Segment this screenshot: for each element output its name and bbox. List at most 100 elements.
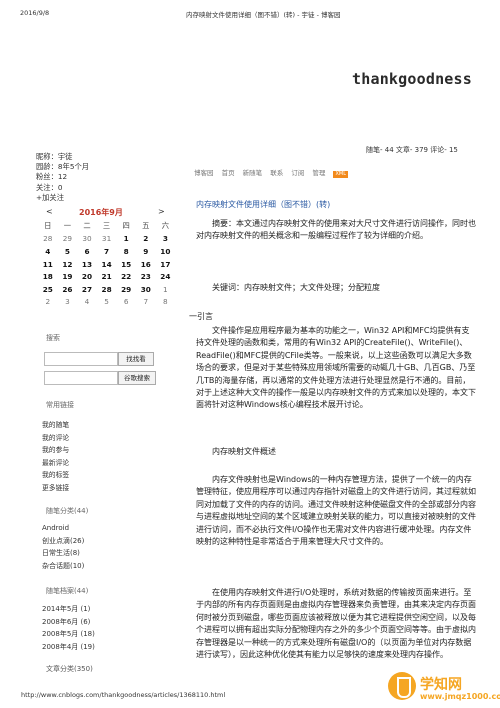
weekday: 五: [142, 221, 150, 231]
post-abstract: 摘要：本文通过内存映射文件的使用来对大尺寸文件进行访问操作，同时也对内存映射文件…: [196, 219, 476, 241]
calendar-day[interactable]: 1: [156, 283, 176, 296]
watermark-brand: 学知网: [420, 677, 462, 693]
calendar-day[interactable]: 18: [38, 270, 58, 283]
link-my-participation[interactable]: 我的参与: [42, 444, 69, 457]
calendar-day[interactable]: 27: [77, 283, 97, 296]
google-search-input[interactable]: [44, 371, 118, 385]
calendar-prev-button[interactable]: <: [46, 207, 53, 216]
calendar-day[interactable]: 30: [136, 283, 156, 296]
print-title: 内存映射文件使用详细（图不错）(转) - 宇徒 - 博客园: [186, 11, 341, 19]
search-input[interactable]: [44, 352, 118, 366]
archive-item[interactable]: 2014年5月 (1): [42, 603, 95, 616]
calendar-day[interactable]: 1: [116, 233, 136, 246]
calendar-day[interactable]: 8: [156, 296, 176, 309]
profile-follow[interactable]: 关注：0: [36, 183, 89, 193]
calendar-day[interactable]: 2: [38, 296, 58, 309]
calendar-day[interactable]: 24: [156, 270, 176, 283]
calendar-day[interactable]: 17: [156, 258, 176, 271]
search-button[interactable]: 找找看: [118, 352, 154, 366]
calendar-day[interactable]: 21: [97, 270, 117, 283]
calendar-day[interactable]: 5: [58, 245, 78, 258]
nav-cnblogs[interactable]: 博客园: [194, 169, 214, 177]
post-keywords: 关键词：内存映射文件；大文件处理；分配粒度: [212, 283, 380, 292]
weekday: 二: [83, 221, 91, 231]
calendar-day[interactable]: 8: [116, 245, 136, 258]
nav-subscribe[interactable]: 订阅: [291, 169, 304, 177]
search-title: 搜索: [46, 334, 60, 342]
calendar-day[interactable]: 3: [58, 296, 78, 309]
intro-heading: 一引言: [189, 312, 213, 321]
calendar-day[interactable]: 29: [58, 233, 78, 246]
print-date: 2016/9/8: [20, 9, 50, 17]
post-title[interactable]: 内存映射文件使用详细（图不错）(转): [196, 199, 330, 210]
calendar-day[interactable]: 16: [136, 258, 156, 271]
calendar-day[interactable]: 23: [136, 270, 156, 283]
link-more[interactable]: 更多链接: [42, 482, 69, 495]
blog-stats: 随笔- 44 文章- 379 评论- 15: [366, 146, 458, 154]
calendar-day[interactable]: 3: [156, 233, 176, 246]
archive-item[interactable]: 2008年4月 (19): [42, 641, 95, 654]
calendar-day[interactable]: 29: [116, 283, 136, 296]
calendar-day[interactable]: 4: [77, 296, 97, 309]
calendar-day[interactable]: 6: [77, 245, 97, 258]
calendar-day[interactable]: 10: [156, 245, 176, 258]
calendar-day[interactable]: 6: [116, 296, 136, 309]
xml-badge-icon[interactable]: XML: [333, 171, 348, 178]
post-paragraph: 内存文件映射也是Windows的一种内存管理方法，提供了一个统一的内存管理特征，…: [196, 475, 476, 547]
calendar-day[interactable]: 25: [38, 283, 58, 296]
calendar-day[interactable]: 19: [58, 270, 78, 283]
nav-new-post[interactable]: 新随笔: [243, 169, 263, 177]
calendar-day[interactable]: 20: [77, 270, 97, 283]
profile-fans[interactable]: 粉丝：12: [36, 172, 89, 182]
nav-home[interactable]: 首页: [222, 169, 235, 177]
weekday: 六: [161, 221, 169, 231]
calendar-day[interactable]: 28: [38, 233, 58, 246]
calendar-day[interactable]: 30: [77, 233, 97, 246]
watermark: 学知网 www.jmqz1000.com: [388, 672, 500, 706]
weekday: 一: [63, 221, 72, 231]
link-my-comments[interactable]: 我的评论: [42, 432, 69, 445]
calendar-day[interactable]: 14: [97, 258, 117, 271]
category-item[interactable]: 日常生活(8): [42, 547, 84, 560]
weekday: 四: [122, 221, 130, 231]
watermark-logo-icon: [388, 672, 416, 700]
profile-age: 园龄：8年5个月: [36, 162, 90, 172]
nav-manage[interactable]: 管理: [312, 169, 325, 177]
category-item[interactable]: 创业点滴(26): [42, 535, 84, 548]
profile-nickname[interactable]: 昵称：宇徒: [36, 152, 89, 162]
links-title: 常用链接: [46, 401, 74, 409]
calendar-day[interactable]: 31: [97, 233, 117, 246]
add-follow-link[interactable]: +加关注: [36, 193, 89, 203]
category-title: 随笔分类(44): [46, 507, 89, 515]
archive-item[interactable]: 2008年5月 (18): [42, 628, 95, 641]
nav-bar: 博客园 首页 新随笔 联系 订阅 管理 XML: [194, 167, 354, 178]
calendar-day[interactable]: 7: [136, 296, 156, 309]
link-my-tags[interactable]: 我的标签: [42, 469, 69, 482]
calendar-day[interactable]: 12: [58, 258, 78, 271]
calendar-day[interactable]: 9: [136, 245, 156, 258]
calendar-day[interactable]: 11: [38, 258, 58, 271]
watermark-url: www.jmqz1000.com: [420, 692, 500, 701]
calendar-header: < 2016年9月 >: [46, 207, 166, 219]
calendar-day[interactable]: 22: [116, 270, 136, 283]
calendar-day[interactable]: 5: [97, 296, 117, 309]
blog-title[interactable]: thankgoodness: [352, 70, 472, 88]
google-search-button[interactable]: 谷歌搜索: [118, 371, 156, 385]
nav-contact[interactable]: 联系: [270, 169, 283, 177]
calendar-next-button[interactable]: >: [158, 207, 165, 216]
calendar-day[interactable]: 7: [97, 245, 117, 258]
profile-panel: 昵称：宇徒 园龄：8年5个月 粉丝：12 关注：0 +加关注: [36, 152, 89, 203]
archive-item[interactable]: 2008年6月 (6): [42, 616, 95, 629]
calendar-day[interactable]: 13: [77, 258, 97, 271]
calendar-day[interactable]: 26: [58, 283, 78, 296]
calendar-day[interactable]: 4: [38, 245, 58, 258]
calendar-day[interactable]: 28: [97, 283, 117, 296]
category-item[interactable]: 杂合话题(10): [42, 560, 84, 573]
calendar-day[interactable]: 15: [116, 258, 136, 271]
link-my-posts[interactable]: 我的随笔: [42, 419, 69, 432]
category-item[interactable]: Android: [42, 522, 84, 535]
print-header: 2016/9/8 内存映射文件使用详细（图不错）(转) - 宇徒 - 博客园: [0, 0, 500, 22]
calendar-day[interactable]: 2: [136, 233, 156, 246]
calendar-grid: 日 一 二 三 四 五 六 28 29 30 31 1 2 3 4 5 6 7 …: [38, 220, 175, 308]
link-latest-comments[interactable]: 最新评论: [42, 457, 69, 470]
